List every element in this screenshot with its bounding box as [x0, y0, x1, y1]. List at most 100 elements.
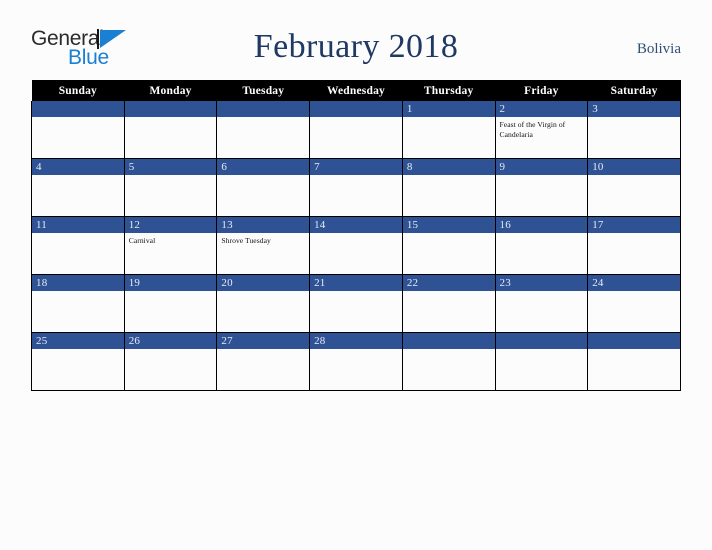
calendar-day-cell[interactable]: 17	[587, 216, 681, 275]
day-number: 12	[125, 217, 216, 233]
page-title: February 2018	[253, 28, 459, 65]
day-number: 19	[125, 275, 216, 291]
calendar-empty-cell[interactable]	[216, 101, 311, 159]
day-events	[218, 117, 309, 120]
day-events	[589, 233, 680, 236]
day-events	[125, 291, 216, 294]
calendar-day-cell[interactable]: 23	[494, 274, 589, 333]
calendar-day-cell[interactable]: 7	[309, 158, 403, 217]
day-number: 24	[588, 275, 680, 291]
calendar-day-cell[interactable]: 26	[123, 332, 218, 391]
day-events	[403, 291, 494, 294]
calendar-week-row: 4 5 6 7 8 9 10	[31, 158, 681, 217]
day-number: 8	[403, 159, 495, 175]
calendar-empty-cell[interactable]	[31, 101, 125, 159]
day-number: 25	[32, 333, 124, 349]
day-number: 7	[310, 159, 402, 175]
calendar-empty-cell[interactable]	[123, 101, 218, 159]
calendar-page: General Blue February 2018 Bolivia Sunda…	[0, 0, 712, 550]
calendar-day-cell[interactable]: 13 Shrove Tuesday	[216, 216, 311, 275]
day-number	[217, 101, 309, 117]
calendar-day-cell[interactable]: 4	[31, 158, 125, 217]
calendar-day-cell[interactable]: 28	[309, 332, 403, 391]
calendar-week-row: 25 26 27 28	[31, 332, 681, 391]
calendar-day-cell[interactable]: 22	[401, 274, 496, 333]
day-events	[311, 117, 402, 120]
calendar-day-cell[interactable]: 2 Feast of the Virgin of Candelaria	[494, 101, 589, 159]
day-events	[32, 349, 123, 352]
calendar-day-cell[interactable]: 21	[309, 274, 403, 333]
day-events	[32, 175, 123, 178]
calendar-day-cell[interactable]: 18	[31, 274, 125, 333]
day-number: 11	[32, 217, 124, 233]
calendar-empty-cell[interactable]	[587, 332, 681, 391]
calendar-day-cell[interactable]: 16	[494, 216, 589, 275]
day-events	[589, 175, 680, 178]
day-events	[125, 175, 216, 178]
day-number: 16	[496, 217, 587, 233]
calendar-day-cell[interactable]: 20	[216, 274, 311, 333]
calendar-empty-cell[interactable]	[309, 101, 403, 159]
day-events	[311, 233, 402, 236]
calendar-day-cell[interactable]: 11	[31, 216, 125, 275]
day-events	[589, 117, 680, 120]
day-events	[589, 349, 680, 352]
day-number	[588, 333, 680, 349]
calendar-day-cell[interactable]: 25	[31, 332, 125, 391]
day-number: 27	[217, 333, 309, 349]
calendar-empty-cell[interactable]	[494, 332, 589, 391]
holiday-event: Carnival	[128, 236, 156, 245]
calendar-day-cell[interactable]: 27	[216, 332, 311, 391]
calendar-week-row: 18 19 20 21 22 23 24	[31, 274, 681, 333]
weekday-header-wednesday: Wednesday	[309, 80, 403, 101]
day-number: 9	[496, 159, 587, 175]
day-number: 20	[217, 275, 309, 291]
day-number: 10	[588, 159, 680, 175]
calendar-day-cell[interactable]: 12 Carnival	[123, 216, 218, 275]
day-number: 22	[403, 275, 495, 291]
calendar-day-cell[interactable]: 6	[216, 158, 311, 217]
day-number: 13	[217, 217, 309, 233]
day-number: 4	[32, 159, 124, 175]
day-events	[32, 233, 123, 236]
day-events	[403, 233, 494, 236]
calendar-body: 1 2 Feast of the Virgin of Candelaria 3 4 5 6 7…	[31, 101, 681, 391]
day-events	[496, 291, 587, 294]
day-number: 1	[403, 101, 495, 117]
calendar-day-cell[interactable]: 14	[309, 216, 403, 275]
calendar-week-row: 11 12 Carnival 13 Shrove Tuesday 14 15 16 17	[31, 216, 681, 275]
day-number: 2	[496, 101, 587, 117]
day-events	[403, 117, 494, 120]
day-events	[125, 349, 216, 352]
calendar-day-cell[interactable]: 5	[123, 158, 218, 217]
calendar-day-cell[interactable]: 15	[401, 216, 496, 275]
day-events	[218, 349, 309, 352]
day-events	[32, 291, 123, 294]
calendar-day-cell[interactable]: 3	[587, 101, 681, 159]
day-events	[403, 175, 494, 178]
day-number	[125, 101, 216, 117]
calendar-header-row: Sunday Monday Tuesday Wednesday Thursday Frid…	[31, 80, 681, 101]
weekday-header-friday: Friday	[495, 80, 588, 101]
calendar-day-cell[interactable]: 1	[401, 101, 496, 159]
day-number: 26	[125, 333, 216, 349]
holiday-event: Shrove Tuesday	[221, 236, 271, 245]
calendar-day-cell[interactable]: 9	[494, 158, 589, 217]
day-number: 21	[310, 275, 402, 291]
calendar-day-cell[interactable]: 10	[587, 158, 681, 217]
calendar-day-cell[interactable]: 8	[401, 158, 496, 217]
day-number: 15	[403, 217, 495, 233]
calendar-empty-cell[interactable]	[401, 332, 496, 391]
day-events	[311, 349, 402, 352]
day-number: 17	[588, 217, 680, 233]
calendar-day-cell[interactable]: 19	[123, 274, 218, 333]
day-number: 28	[310, 333, 402, 349]
day-number: 18	[32, 275, 124, 291]
weekday-header-thursday: Thursday	[402, 80, 496, 101]
weekday-header-saturday: Saturday	[587, 80, 681, 101]
day-events	[32, 117, 123, 120]
calendar-grid: Sunday Monday Tuesday Wednesday Thursday Frid…	[31, 80, 681, 391]
day-events	[218, 175, 309, 178]
day-number	[496, 333, 587, 349]
calendar-day-cell[interactable]: 24	[587, 274, 681, 333]
